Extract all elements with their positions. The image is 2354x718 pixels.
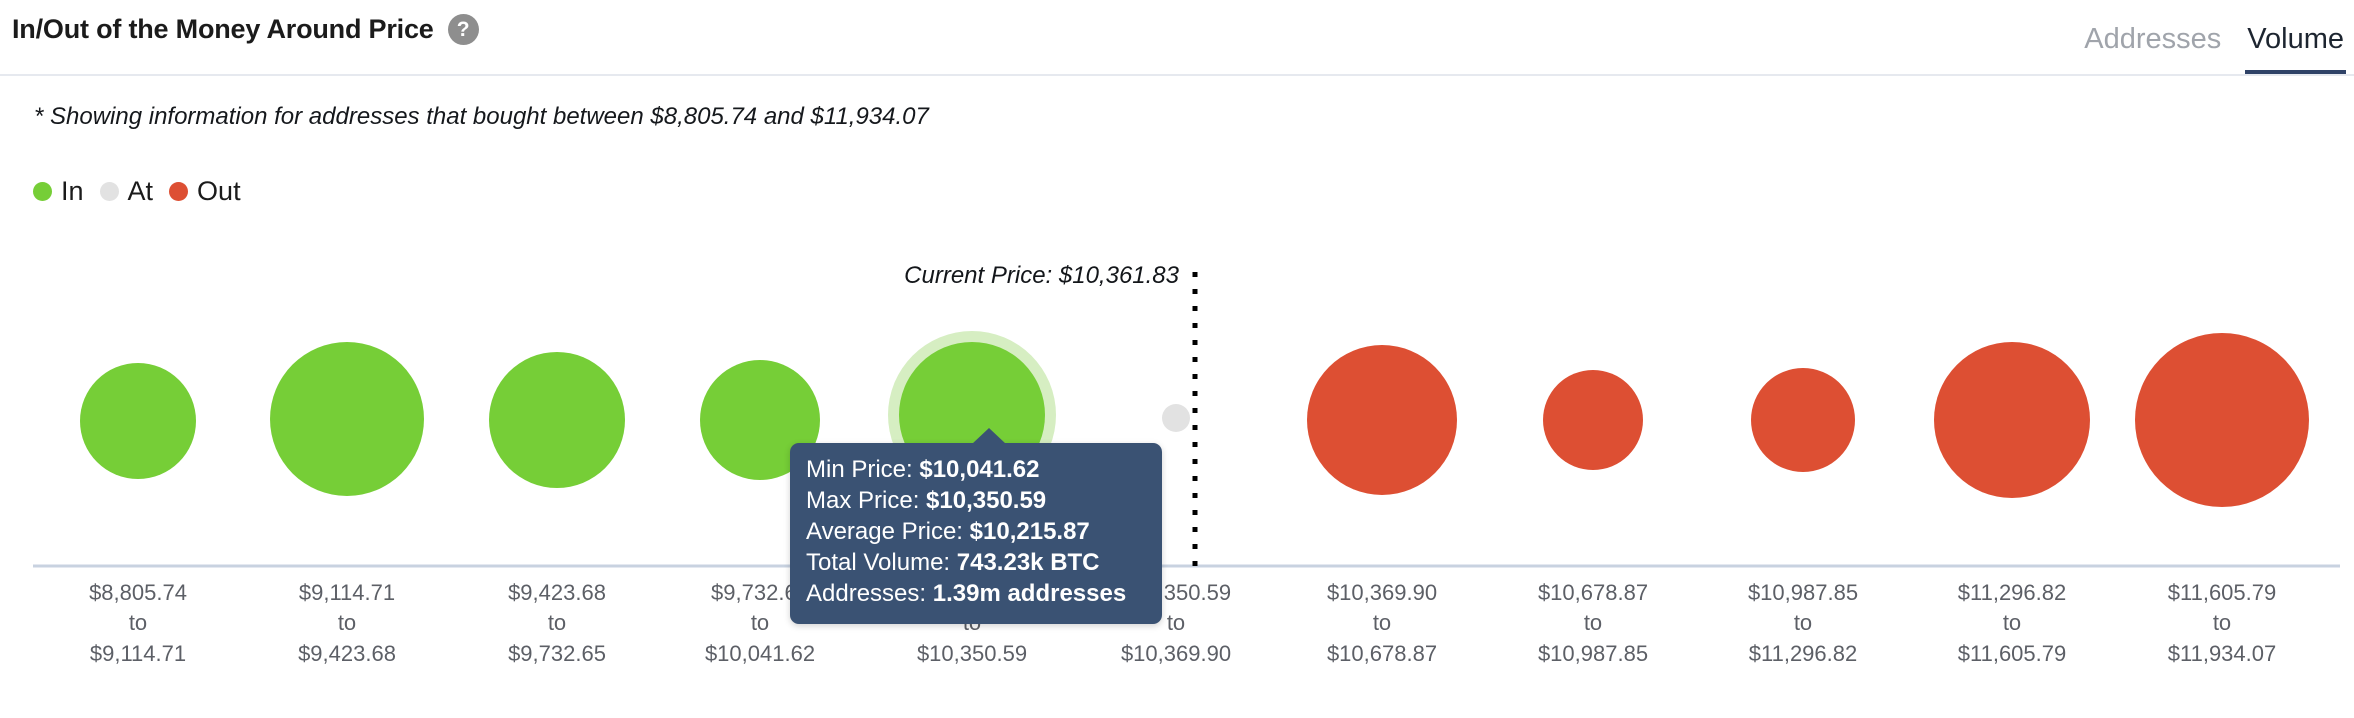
tooltip-value-average-price: $10,215.87 [970, 518, 1090, 545]
x-axis-tick-line-bottom: $11,934.07 [2168, 639, 2276, 669]
bubble-out-7[interactable] [1543, 370, 1643, 470]
x-axis-tick-line-top: $9,114.71 [298, 578, 396, 608]
question-mark-icon[interactable]: ? [448, 14, 479, 45]
x-axis-tick-line-bottom: $10,041.62 [705, 639, 815, 669]
bubble-in-2[interactable] [489, 352, 625, 488]
panel-header: In/Out of the Money Around Price ? Addre… [0, 0, 2354, 76]
x-axis-tick-label-9: $11,296.82to$11,605.79 [1958, 578, 2066, 669]
legend-label-out: Out [197, 178, 241, 205]
tab-volume[interactable]: Volume [2245, 25, 2346, 74]
x-axis-tick-label-0: $8,805.74to$9,114.71 [89, 578, 187, 669]
tooltip-row-max-price: Max Price: $10,350.59 [806, 486, 1146, 517]
x-axis-tick-line-mid: to [1748, 608, 1858, 638]
page-title: In/Out of the Money Around Price [12, 14, 434, 45]
x-axis-tick-line-bottom: $9,423.68 [298, 639, 396, 669]
legend-dot-in-icon [33, 182, 52, 201]
tooltip-label-total-volume: Total Volume: [806, 549, 950, 576]
x-axis-tick-label-6: $10,369.90to$10,678.87 [1327, 578, 1437, 669]
x-axis-tick-line-top: $10,987.85 [1748, 578, 1858, 608]
legend-dot-out-icon [169, 182, 188, 201]
x-axis-tick-line-bottom: $9,114.71 [89, 639, 187, 669]
tooltip-label-max-price: Max Price: [806, 487, 919, 514]
tooltip-value-max-price: $10,350.59 [926, 487, 1046, 514]
x-axis-tick-line-mid: to [1538, 608, 1648, 638]
x-axis-tick-line-mid: to [89, 608, 187, 638]
x-axis-tick-line-top: $10,678.87 [1538, 578, 1648, 608]
x-axis-tick-label-1: $9,114.71to$9,423.68 [298, 578, 396, 669]
chart-legend: In At Out [33, 178, 241, 205]
view-tabs: Addresses Volume [2082, 8, 2346, 74]
x-axis-tick-line-top: $10,369.90 [1327, 578, 1437, 608]
legend-label-in: In [61, 178, 84, 205]
x-axis-tick-label-8: $10,987.85to$11,296.82 [1748, 578, 1858, 669]
x-axis-tick-line-mid: to [298, 608, 396, 638]
bubble-out-10[interactable] [2135, 333, 2309, 507]
bubble-out-8[interactable] [1751, 368, 1855, 472]
legend-item-in[interactable]: In [33, 178, 84, 205]
tab-addresses[interactable]: Addresses [2082, 25, 2223, 74]
x-axis-tick-line-mid: to [1958, 608, 2066, 638]
x-axis-tick-line-bottom: $10,350.59 [917, 639, 1027, 669]
data-point-tooltip: Min Price: $10,041.62 Max Price: $10,350… [790, 443, 1162, 624]
x-axis-tick-label-2: $9,423.68to$9,732.65 [508, 578, 606, 669]
bubble-in-0[interactable] [80, 363, 196, 479]
tooltip-row-addresses: Addresses: 1.39m addresses [806, 579, 1146, 610]
chart-subtitle: * Showing information for addresses that… [34, 103, 929, 131]
tooltip-arrow-icon [972, 428, 1006, 444]
bubble-at-5[interactable] [1162, 404, 1190, 432]
tooltip-value-addresses: 1.39m addresses [933, 580, 1126, 607]
x-axis-tick-line-mid: to [1327, 608, 1437, 638]
tooltip-value-min-price: $10,041.62 [919, 456, 1039, 483]
x-axis-tick-label-10: $11,605.79to$11,934.07 [2168, 578, 2276, 669]
legend-label-at: At [128, 178, 154, 205]
x-axis-tick-line-bottom: $9,732.65 [508, 639, 606, 669]
tooltip-label-min-price: Min Price: [806, 456, 913, 483]
tooltip-row-min-price: Min Price: $10,041.62 [806, 455, 1146, 486]
x-axis-tick-line-bottom: $10,369.90 [1121, 639, 1231, 669]
x-axis-tick-label-7: $10,678.87to$10,987.85 [1538, 578, 1648, 669]
x-axis-tick-line-top: $11,605.79 [2168, 578, 2276, 608]
legend-item-at[interactable]: At [100, 178, 154, 205]
tooltip-row-average-price: Average Price: $10,215.87 [806, 517, 1146, 548]
tooltip-label-average-price: Average Price: [806, 518, 963, 545]
legend-dot-at-icon [100, 182, 119, 201]
tooltip-row-total-volume: Total Volume: 743.23k BTC [806, 548, 1146, 579]
x-axis-tick-line-top: $9,423.68 [508, 578, 606, 608]
x-axis-labels: $8,805.74to$9,114.71$9,114.71to$9,423.68… [0, 578, 2354, 688]
bubble-out-9[interactable] [1934, 342, 2090, 498]
x-axis-tick-line-bottom: $10,987.85 [1538, 639, 1648, 669]
x-axis-tick-line-mid: to [508, 608, 606, 638]
x-axis-tick-line-bottom: $11,296.82 [1748, 639, 1858, 669]
tooltip-value-total-volume: 743.23k BTC [957, 549, 1100, 576]
legend-item-out[interactable]: Out [169, 178, 241, 205]
current-price-annotation: Current Price: $10,361.83 [904, 262, 1179, 290]
x-axis-tick-line-bottom: $11,605.79 [1958, 639, 2066, 669]
tooltip-label-addresses: Addresses: [806, 580, 926, 607]
bubble-out-6[interactable] [1307, 345, 1457, 495]
panel-header-left: In/Out of the Money Around Price ? [12, 14, 479, 45]
bubble-in-1[interactable] [270, 342, 424, 496]
x-axis-tick-line-top: $8,805.74 [89, 578, 187, 608]
x-axis-tick-line-bottom: $10,678.87 [1327, 639, 1437, 669]
x-axis-tick-line-mid: to [2168, 608, 2276, 638]
x-axis-tick-line-top: $11,296.82 [1958, 578, 2066, 608]
